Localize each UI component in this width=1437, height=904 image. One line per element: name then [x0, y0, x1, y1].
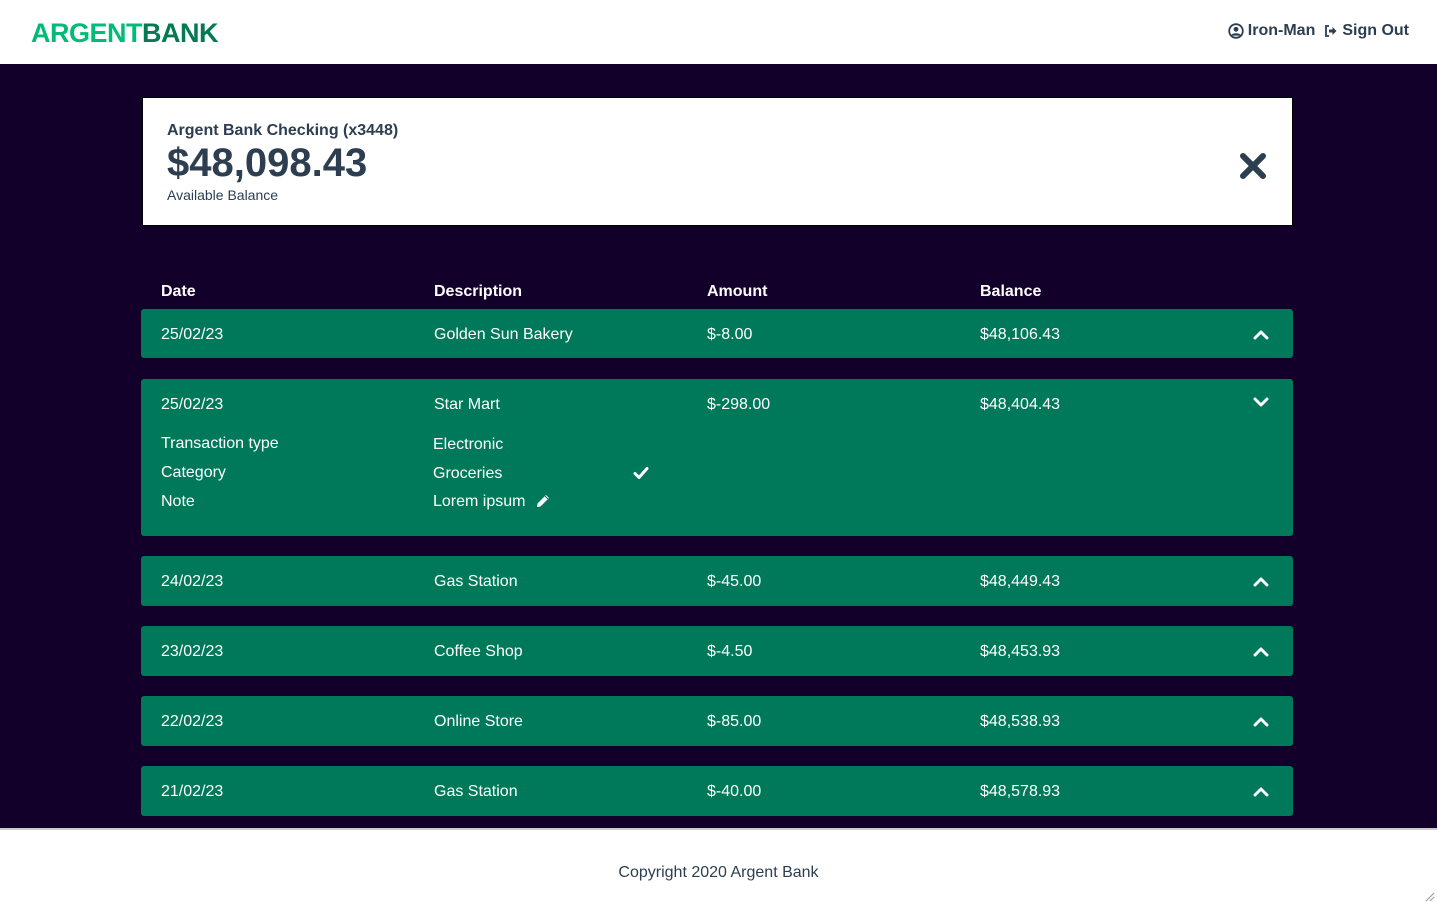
transaction-amount: $-4.50 — [707, 643, 753, 660]
main-content: Argent Bank Checking (x3448) $48,098.43 … — [0, 64, 1437, 828]
category-label: Category — [161, 464, 226, 481]
chevron-up-icon[interactable] — [1253, 716, 1269, 728]
transaction-row[interactable]: 23/02/23 Coffee Shop $-4.50 $48,453.93 — [141, 626, 1293, 676]
pencil-icon[interactable] — [535, 493, 551, 509]
transaction-description: Coffee Shop — [434, 643, 523, 660]
account-title: Argent Bank Checking (x3448) — [167, 122, 399, 139]
logo-argent-text: ARGENT — [31, 18, 143, 48]
transaction-description: Gas Station — [434, 573, 518, 590]
account-balance-label: Available Balance — [167, 187, 279, 203]
transaction-type-value: Electronic — [433, 436, 504, 453]
transaction-amount: $-40.00 — [707, 783, 762, 800]
transaction-row[interactable]: 21/02/23 Gas Station $-40.00 $48,578.93 — [141, 766, 1293, 816]
resize-grip-icon[interactable] — [1423, 890, 1435, 902]
transaction-description: Gas Station — [434, 783, 518, 800]
check-icon[interactable] — [633, 466, 649, 480]
transaction-balance: $48,453.93 — [980, 643, 1061, 660]
chevron-up-icon[interactable] — [1253, 329, 1269, 341]
main-nav: Iron-Man Sign Out — [1219, 22, 1409, 40]
transaction-description: Star Mart — [434, 396, 500, 413]
transaction-date: 23/02/23 — [161, 643, 224, 660]
chevron-up-icon[interactable] — [1253, 646, 1269, 658]
user-profile-link[interactable]: Iron-Man — [1228, 22, 1316, 40]
argent-bank-logo[interactable]: ARGENTBANK — [31, 18, 219, 48]
transaction-row-expanded[interactable]: 25/02/23 Star Mart $-298.00 $48,404.43 T… — [141, 379, 1293, 536]
category-value: Groceries — [433, 465, 503, 482]
account-summary-card: Argent Bank Checking (x3448) $48,098.43 … — [142, 97, 1293, 226]
transaction-row[interactable]: 25/02/23 Golden Sun Bakery $-8.00 $48,10… — [141, 309, 1293, 358]
site-footer: Copyright 2020 Argent Bank — [0, 828, 1437, 904]
note-value: Lorem ipsum — [433, 493, 526, 510]
chevron-up-icon[interactable] — [1253, 576, 1269, 588]
note-label: Note — [161, 493, 195, 510]
transaction-date: 24/02/23 — [161, 573, 224, 590]
sign-out-label: Sign Out — [1342, 22, 1409, 39]
header-date: Date — [161, 283, 196, 300]
header-balance: Balance — [980, 283, 1042, 300]
transaction-balance: $48,538.93 — [980, 713, 1061, 730]
transaction-description: Online Store — [434, 713, 523, 730]
chevron-up-icon[interactable] — [1253, 786, 1269, 798]
transaction-row[interactable]: 22/02/23 Online Store $-85.00 $48,538.93 — [141, 696, 1293, 746]
transaction-amount: $-45.00 — [707, 573, 762, 590]
transaction-date: 25/02/23 — [161, 326, 224, 343]
transaction-date: 25/02/23 — [161, 396, 224, 413]
transaction-balance: $48,578.93 — [980, 783, 1061, 800]
transactions-header: Date Description Amount Balance — [142, 282, 1293, 308]
account-balance: $48,098.43 — [167, 141, 368, 185]
transaction-balance: $48,449.43 — [980, 573, 1061, 590]
close-icon[interactable] — [1238, 151, 1268, 181]
transaction-row[interactable]: 24/02/23 Gas Station $-45.00 $48,449.43 — [141, 556, 1293, 606]
transaction-date: 22/02/23 — [161, 713, 224, 730]
user-circle-icon — [1228, 23, 1244, 39]
transaction-type-label: Transaction type — [161, 435, 279, 452]
transaction-balance: $48,106.43 — [980, 326, 1061, 343]
header-description: Description — [434, 283, 523, 300]
sign-out-link[interactable]: Sign Out — [1324, 22, 1409, 40]
header-amount: Amount — [707, 283, 768, 300]
user-name: Iron-Man — [1247, 22, 1316, 39]
transaction-balance: $48,404.43 — [980, 396, 1061, 413]
transaction-amount: $-298.00 — [707, 396, 771, 413]
transaction-date: 21/02/23 — [161, 783, 224, 800]
transaction-amount: $-85.00 — [707, 713, 762, 730]
logo-bank-text: BANK — [142, 18, 219, 48]
sign-out-icon — [1325, 25, 1337, 37]
chevron-down-icon[interactable] — [1253, 396, 1269, 408]
transaction-description: Golden Sun Bakery — [434, 326, 573, 343]
transaction-amount: $-8.00 — [707, 326, 753, 343]
site-header: ARGENTBANK Iron-Man Sign Out — [0, 0, 1437, 64]
copyright-text: Copyright 2020 Argent Bank — [618, 864, 819, 881]
